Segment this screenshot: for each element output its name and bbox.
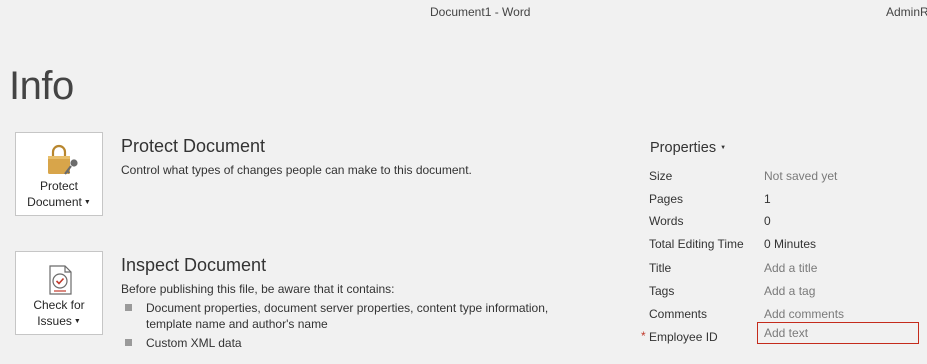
list-item-text: template name and author's name xyxy=(146,317,328,331)
property-name: Words xyxy=(649,214,684,228)
user-account-name[interactable]: AdminR xyxy=(886,5,927,19)
comments-field[interactable]: Add comments xyxy=(764,307,844,321)
inspect-items-list: Document properties, document server pro… xyxy=(125,300,585,354)
property-value: Not saved yet xyxy=(764,169,838,183)
properties-dropdown[interactable]: Properties ▼ xyxy=(650,140,726,156)
check-button-label-2: Issues xyxy=(37,314,72,328)
employee-id-input[interactable] xyxy=(757,322,919,344)
list-item-text: Document properties, document server pro… xyxy=(146,301,549,315)
list-item: Document properties, document server pro… xyxy=(125,300,585,332)
title-bar: Document1 - Word AdminR xyxy=(0,0,927,26)
protect-document-button[interactable]: Protect Document ▼ xyxy=(15,132,103,216)
chevron-down-icon: ▼ xyxy=(73,317,81,325)
protect-button-label-1: Protect xyxy=(39,179,78,193)
property-name: Tags xyxy=(649,284,675,298)
property-value: 0 xyxy=(764,214,771,228)
property-name: Pages xyxy=(649,192,684,206)
list-item-text: Custom XML data xyxy=(146,336,242,350)
property-row-size: Size Not saved yet xyxy=(649,169,927,187)
property-value: 0 Minutes xyxy=(764,237,817,251)
property-value: 1 xyxy=(764,192,771,206)
bullet-square-icon xyxy=(125,339,132,346)
lock-key-icon xyxy=(16,143,102,177)
bullet-square-icon xyxy=(125,304,132,311)
property-row-pages: Pages 1 xyxy=(649,192,927,210)
inspect-description: Before publishing this file, be aware th… xyxy=(121,282,395,296)
properties-title: Properties xyxy=(650,140,717,156)
property-row-total-editing-time: Total Editing Time 0 Minutes xyxy=(649,237,927,255)
property-row-employee-id: * Employee ID xyxy=(641,322,927,348)
check-button-label-1: Check for xyxy=(33,298,85,312)
chevron-down-icon: ▼ xyxy=(720,145,727,152)
title-field[interactable]: Add a title xyxy=(764,261,817,275)
inspect-heading: Inspect Document xyxy=(121,255,267,275)
property-name: Size xyxy=(649,169,673,183)
property-row-title: Title Add a title xyxy=(649,261,927,279)
page-title: Info xyxy=(9,64,74,108)
tags-field[interactable]: Add a tag xyxy=(764,284,815,298)
document-check-icon xyxy=(16,262,102,296)
window-title: Document1 - Word xyxy=(430,5,531,19)
property-name: Title xyxy=(649,261,672,275)
property-name: Employee ID xyxy=(649,330,718,344)
list-item: Custom XML data xyxy=(125,335,585,351)
property-name: Total Editing Time xyxy=(649,237,744,251)
protect-button-label-2: Document xyxy=(27,195,82,209)
property-name: Comments xyxy=(649,307,708,321)
chevron-down-icon: ▼ xyxy=(83,198,91,206)
required-marker: * xyxy=(641,329,646,343)
property-row-tags: Tags Add a tag xyxy=(649,284,927,302)
protect-description: Control what types of changes people can… xyxy=(121,163,472,177)
protect-heading: Protect Document xyxy=(121,136,266,156)
property-row-words: Words 0 xyxy=(649,214,927,232)
check-for-issues-button[interactable]: Check for Issues ▼ xyxy=(15,251,103,335)
